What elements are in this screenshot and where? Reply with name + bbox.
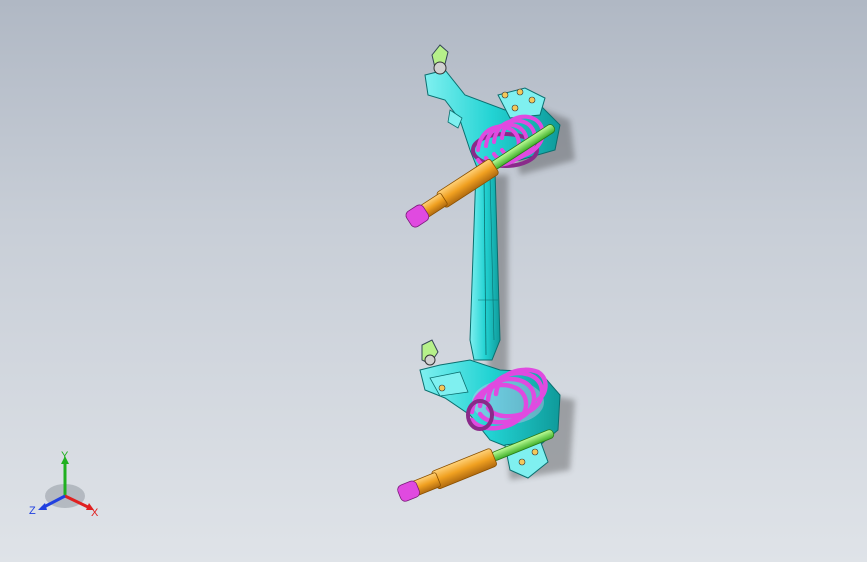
3d-viewport[interactable] xyxy=(0,0,867,562)
frame-crossbeam[interactable] xyxy=(469,169,501,361)
x-axis-label: X xyxy=(91,507,99,519)
view-orientation-triad[interactable]: Y X Z xyxy=(28,450,103,520)
z-axis-arrow xyxy=(38,503,47,510)
y-axis-label: Y xyxy=(61,450,69,462)
z-axis-label: Z xyxy=(29,505,36,517)
model-canvas[interactable] xyxy=(0,0,867,562)
upper-trailing-arm[interactable] xyxy=(424,44,561,171)
